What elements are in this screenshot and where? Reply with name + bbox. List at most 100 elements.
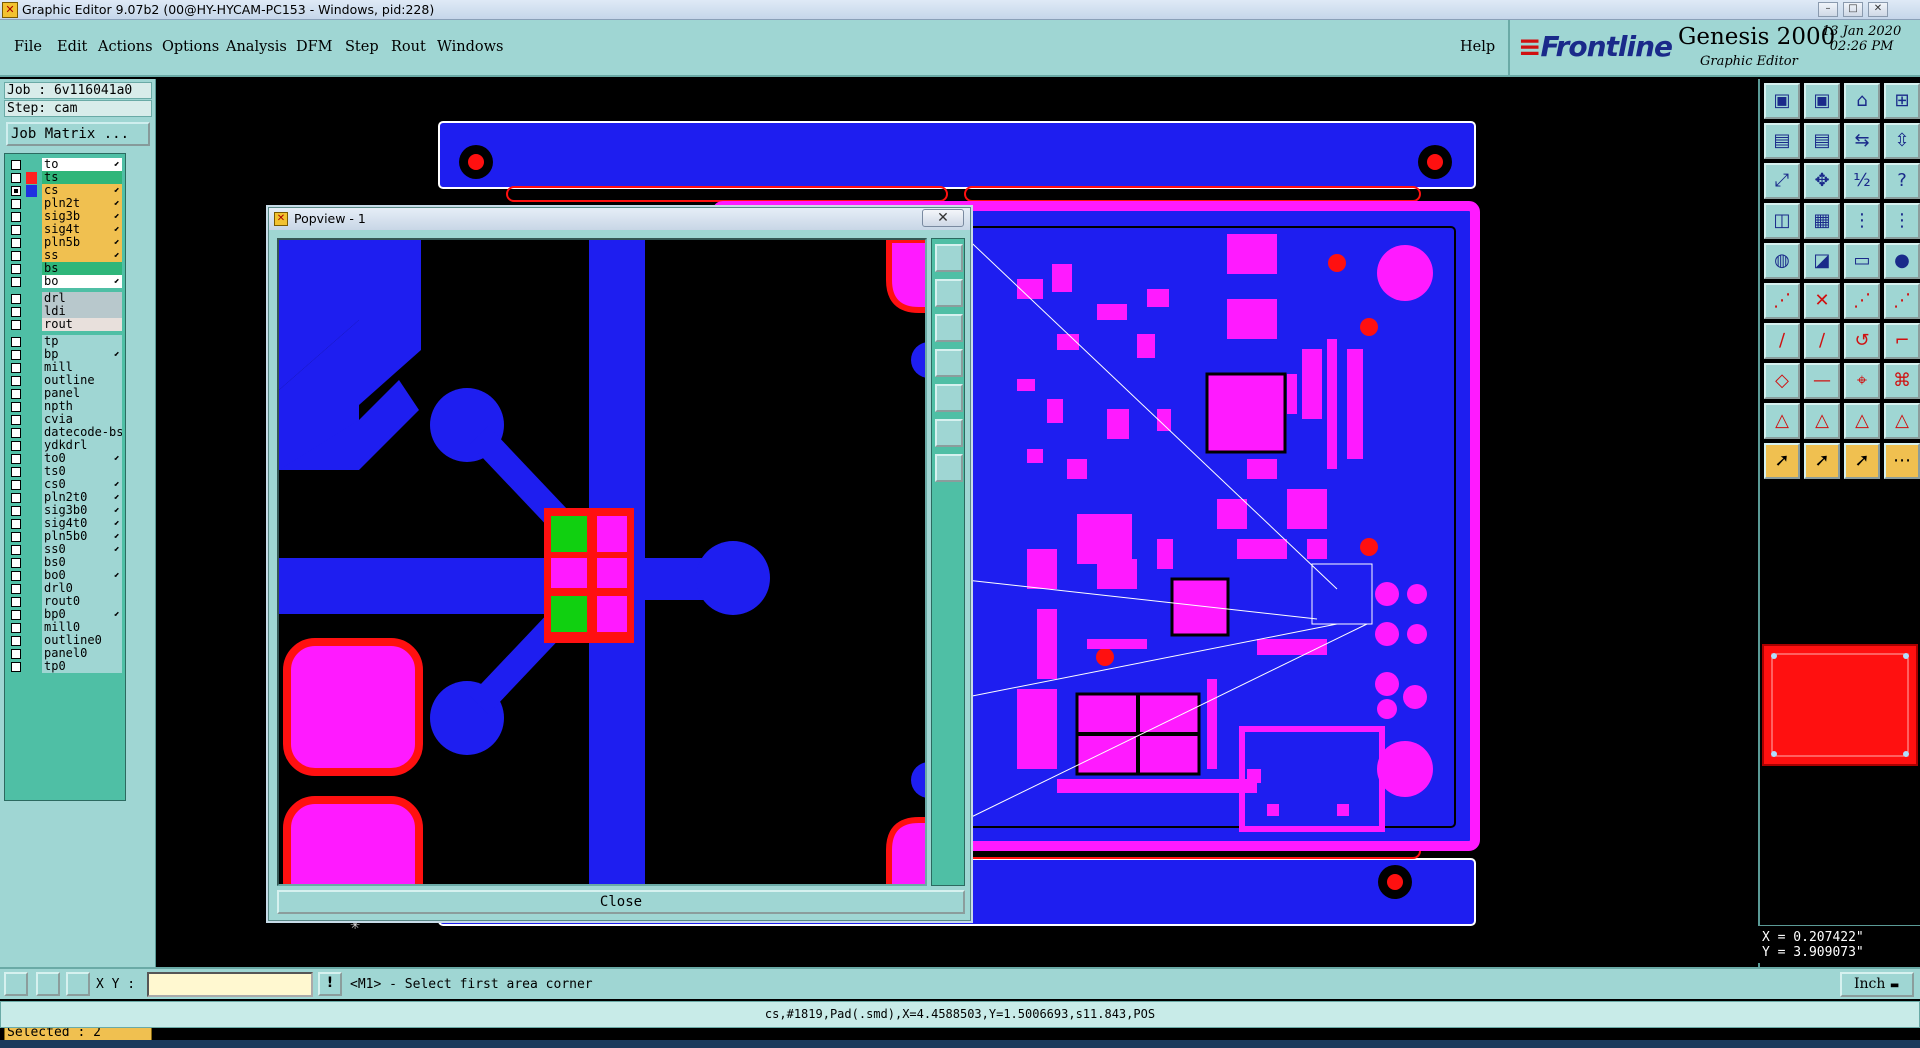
popview-fit-button[interactable] [935,419,963,447]
layer-row-cs[interactable]: cs ⬋ [8,184,126,198]
layer-checkbox[interactable] [11,251,21,261]
layer-checkbox[interactable] [11,506,21,516]
menu-dfm[interactable]: DFM [296,39,333,55]
layer-row-panel[interactable]: panel [8,387,126,401]
layer-name[interactable]: rout0 [42,595,122,608]
scale-1to2-tool-button[interactable]: ½ [1844,163,1880,199]
ruler-tool-button[interactable]: ▭ [1844,243,1880,279]
layout-tool-button[interactable]: ⊞ [1884,83,1920,119]
layer-name[interactable]: tp0 [42,660,122,673]
layer-name[interactable]: datecode-bs [42,426,122,439]
popview-zoom-out-button[interactable] [935,279,963,307]
layer-row-sig4t0[interactable]: sig4t0 ⬋ [8,517,126,531]
home-tool-button[interactable]: ⌂ [1844,83,1880,119]
layer-row-rout0[interactable]: rout0 [8,595,126,609]
layer-checkbox[interactable] [11,571,21,581]
layer-checkbox[interactable] [11,350,21,360]
layer-name[interactable]: cvia [42,413,122,426]
layer-name[interactable]: outline0 [42,634,122,647]
layer-name[interactable]: pln2t ⬋ [42,197,122,210]
layer-checkbox[interactable] [11,649,21,659]
layer-row-drl[interactable]: drl [8,292,126,306]
layer-row-sig3b0[interactable]: sig3b0 ⬋ [8,504,126,518]
maximize-button[interactable]: □ [1843,2,1863,17]
line-draw-tool-button[interactable]: ∕ [1764,323,1800,359]
layer-checkbox[interactable] [11,415,21,425]
layer-checkbox[interactable] [11,545,21,555]
popview-pan-right-button[interactable] [935,384,963,412]
menu-step[interactable]: Step [345,39,379,55]
menu-file[interactable]: File [14,39,42,55]
layer-row-mill[interactable]: mill [8,361,126,375]
layer-checkbox[interactable] [11,363,21,373]
layer-row-bs0[interactable]: bs0 [8,556,126,570]
layer-checkbox[interactable] [11,199,21,209]
pad-swap-tool-button[interactable]: ⌘ [1884,363,1920,399]
layer-row-panel0[interactable]: panel0 [8,647,126,661]
snap-tool-button[interactable]: ⋮ [1884,203,1920,239]
layer-row-ldi[interactable]: ldi [8,305,126,319]
layer-row-pln5b[interactable]: pln5b ⬋ [8,236,126,250]
measure-tool-button[interactable]: ◫ [1764,203,1800,239]
layer-row-outline[interactable]: outline [8,374,126,388]
menu-help[interactable]: Help [1460,39,1495,55]
layer-checkbox[interactable] [11,454,21,464]
select-tree-tool-button[interactable]: ⋯ [1884,443,1920,479]
layer-row-ts0[interactable]: ts0 [8,465,126,479]
layer-name[interactable]: to0 ⬋ [42,452,122,465]
zoom-out-tool-button[interactable]: ▤ [1804,123,1840,159]
layer-checkbox[interactable] [11,532,21,542]
layer-name[interactable]: tp [42,335,122,348]
popview-close-button[interactable]: Close [277,890,965,914]
popview-pan-down-button[interactable] [935,314,963,342]
layer-name[interactable]: sig3b ⬋ [42,210,122,223]
menu-options[interactable]: Options [162,39,219,55]
layer-checkbox[interactable] [11,402,21,412]
layer-name[interactable]: ts [42,171,122,184]
layer-name[interactable]: sig3b0 ⬋ [42,504,122,517]
menu-actions[interactable]: Actions [98,39,153,55]
layer-checkbox[interactable] [11,238,21,248]
grid-mode-button[interactable] [66,972,90,996]
menu-edit[interactable]: Edit [57,39,87,55]
layer-checkbox[interactable] [11,584,21,594]
layer-row-bo[interactable]: bo ⬋ [8,275,126,289]
layer-row-ydkdrl[interactable]: ydkdrl [8,439,126,453]
popview-pan-left-button[interactable] [935,349,963,377]
layer-name[interactable]: ldi [42,305,122,318]
triangle-d-tool-button[interactable]: △ [1884,403,1920,439]
popview-close-x-button[interactable]: ✕ [922,209,964,227]
layer-name[interactable]: bs [42,262,122,275]
layer-toggle-tool-button[interactable]: ⋮ [1844,203,1880,239]
layer-name[interactable]: ss0 ⬋ [42,543,122,556]
layer-checkbox[interactable] [11,662,21,672]
layer-row-tp[interactable]: tp [8,335,126,349]
save-job-tool-button[interactable]: ▣ [1804,83,1840,119]
select-orange-tool-button[interactable]: ➚ [1844,443,1880,479]
help-query-tool-button[interactable]: ? [1884,163,1920,199]
layer-row-outline0[interactable]: outline0 [8,634,126,648]
layer-row-bo0[interactable]: bo0 ⬋ [8,569,126,583]
menu-rout[interactable]: Rout [391,39,426,55]
layer-row-drl0[interactable]: drl0 [8,582,126,596]
center-tool-button[interactable]: ✥ [1804,163,1840,199]
layer-row-sig4t[interactable]: sig4t ⬋ [8,223,126,237]
delete-tool-button[interactable]: ✕ [1804,283,1840,319]
layer-checkbox[interactable] [11,376,21,386]
units-selector[interactable]: Inch ▬ [1840,972,1914,997]
layer-name[interactable]: panel0 [42,647,122,660]
layer-row-tp0[interactable]: tp0 [8,660,126,674]
layer-name[interactable]: pln5b0 ⬋ [42,530,122,543]
dot-tool-button[interactable]: ● [1884,243,1920,279]
layer-checkbox[interactable] [11,428,21,438]
layer-checkbox[interactable] [11,277,21,287]
layer-checkbox[interactable] [11,467,21,477]
node-move-tool-button[interactable]: ⋰ [1764,283,1800,319]
triangle-a-tool-button[interactable]: △ [1764,403,1800,439]
layer-row-pln2t0[interactable]: pln2t0 ⬋ [8,491,126,505]
popview-canvas[interactable] [277,238,927,886]
pad-move-tool-button[interactable]: ◇ [1764,363,1800,399]
layer-checkbox[interactable] [11,623,21,633]
layer-row-mill0[interactable]: mill0 [8,621,126,635]
measure-mode-button[interactable] [36,972,60,996]
